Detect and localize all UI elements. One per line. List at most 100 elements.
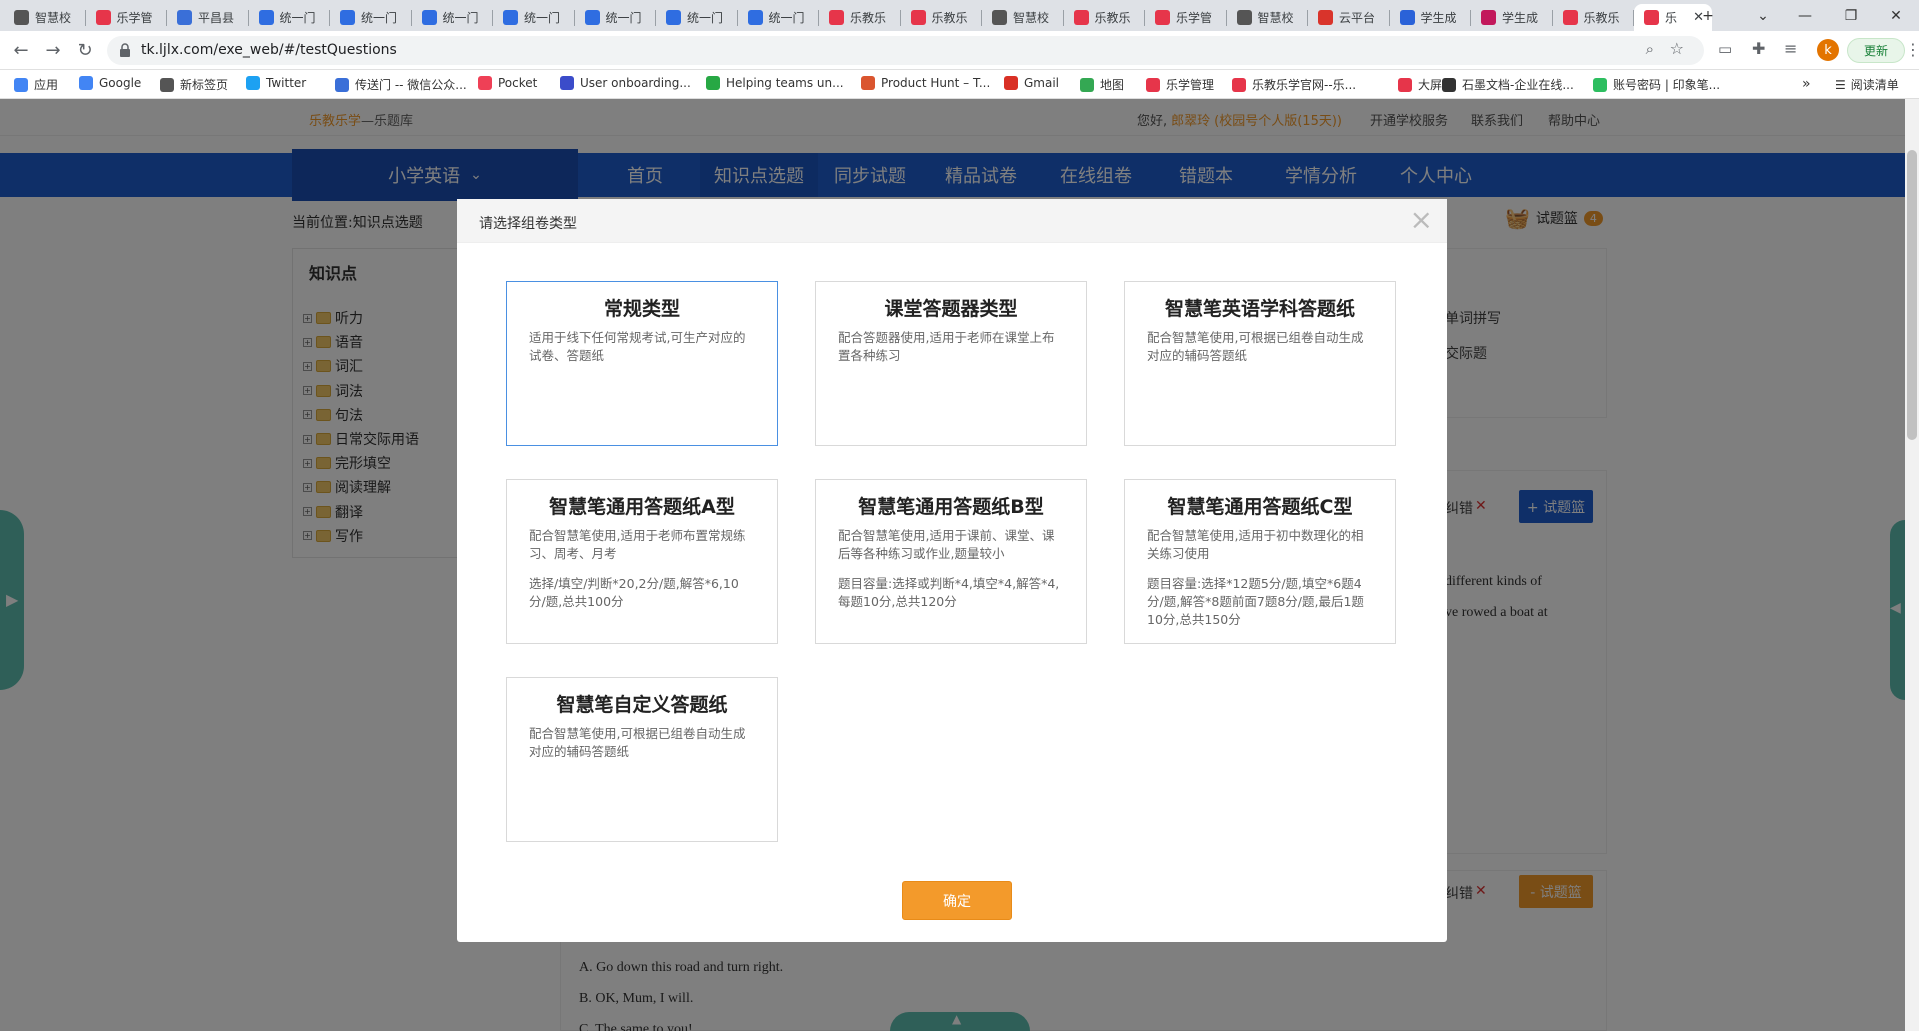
tab-favicon-icon — [177, 10, 192, 25]
reload-icon[interactable]: ↻ — [68, 31, 102, 70]
apps-icon — [14, 77, 28, 92]
paper-type-card[interactable]: 智慧笔通用答题纸C型 配合智慧笔使用,适用于初中数理化的相关练习使用 题目容量:选择… — [1124, 479, 1396, 644]
zoom-icon[interactable]: ⌕ — [1646, 40, 1654, 58]
bookmark-label: Gmail — [1024, 76, 1060, 90]
bookmark-item[interactable]: 石墨文档-企业在线... — [1442, 76, 1574, 93]
bookmark-item[interactable]: Product Hunt – T... — [861, 76, 990, 90]
card-description: 配合智慧笔使用,可根据已组卷自动生成对应的辅码答题纸 — [1147, 330, 1364, 363]
bookmark-label: Pocket — [498, 76, 538, 90]
browser-tab[interactable]: 智慧校 — [4, 4, 86, 31]
tab-favicon-icon — [584, 10, 600, 25]
browser-tab[interactable]: 学生成 — [1390, 4, 1471, 31]
bookmark-item[interactable]: Pocket — [478, 76, 537, 90]
browser-tab[interactable]: 统一门 — [493, 4, 575, 31]
reading-list-button[interactable]: ☰ 阅读清单 — [1835, 76, 1899, 93]
bookmark-label: 传送门 -- 微信公众... — [355, 78, 467, 92]
browser-tab[interactable]: 智慧校 — [982, 4, 1064, 31]
tab-favicon-icon — [829, 10, 844, 25]
paper-type-card[interactable]: 智慧笔通用答题纸A型 配合智慧笔使用,适用于老师布置常规练习、周考、月考 选择/填空… — [506, 479, 778, 644]
card-description: 配合智慧笔使用,适用于老师布置常规练习、周考、月考 — [529, 528, 746, 561]
browser-tab[interactable]: 乐教乐 — [1553, 4, 1634, 31]
window-close-icon[interactable]: ✕ — [1873, 0, 1919, 31]
bookmark-item[interactable]: 账号密码 | 印象笔... — [1593, 76, 1720, 93]
tab-title: 统一门 — [687, 11, 724, 25]
confirm-button[interactable]: 确定 — [902, 881, 1012, 920]
scrollbar-thumb[interactable] — [1907, 150, 1917, 440]
paper-type-card[interactable]: 课堂答题器类型 配合答题器使用,适用于老师在课堂上布置各种练习 — [815, 281, 1087, 446]
bookmark-item[interactable]: 乐学管理 — [1146, 76, 1214, 93]
card-title: 智慧笔通用答题纸B型 — [858, 496, 1044, 518]
bookmark-item[interactable]: User onboarding... — [560, 76, 691, 90]
tab-favicon-icon — [258, 10, 274, 25]
card-capacity: 题目容量:选择或判断*4,填空*4,解答*4,每题10分,总共120分 — [838, 576, 1060, 609]
browser-tab[interactable]: 学生成 — [1471, 4, 1553, 31]
profile-avatar[interactable]: k — [1817, 39, 1839, 61]
bookmark-item[interactable]: 新标签页 — [160, 76, 228, 93]
address-bar[interactable]: tk.ljlx.com/exe_web/#/testQuestions ⌕ ☆ — [107, 36, 1704, 65]
bookmark-label: 乐教乐学官网--乐... — [1252, 78, 1357, 92]
newtab-icon — [160, 77, 174, 92]
tab-favicon-icon — [1481, 10, 1496, 25]
browser-tab[interactable]: 乐教乐 — [901, 4, 982, 31]
browser-tab[interactable]: 乐教乐 — [819, 4, 901, 31]
tab-title: 平昌县 — [198, 11, 235, 25]
browser-tab[interactable]: 云平台 — [1308, 4, 1390, 31]
tab-title: 学生成 — [1502, 11, 1539, 25]
browser-tab[interactable]: 统一门 — [330, 4, 412, 31]
browser-tab[interactable]: 智慧校 — [1227, 4, 1308, 31]
bookmark-star-icon[interactable]: ☆ — [1670, 39, 1684, 58]
bookmark-label: 新标签页 — [180, 78, 229, 92]
browser-tab[interactable]: 乐教乐 — [1064, 4, 1145, 31]
back-icon[interactable]: ← — [4, 31, 38, 70]
paper-type-card[interactable]: 智慧笔通用答题纸B型 配合智慧笔使用,适用于课前、课堂、课后等各种练习或作业,题量… — [815, 479, 1087, 644]
forward-icon[interactable]: → — [36, 31, 70, 70]
bookmark-item[interactable]: Gmail — [1004, 76, 1059, 90]
card-title: 智慧笔英语学科答题纸 — [1164, 298, 1355, 320]
tab-title: 统一门 — [279, 11, 316, 25]
bookmark-label: Product Hunt – T... — [881, 76, 991, 90]
tab-title: 乐 — [1665, 11, 1678, 25]
bookmark-item[interactable]: 地图 — [1080, 76, 1124, 93]
tab-title: 乐教乐 — [1583, 11, 1620, 25]
media-icon[interactable]: ≡ — [1784, 39, 1797, 58]
tab-favicon-icon — [1562, 10, 1578, 25]
browser-tab[interactable]: 统一门 — [575, 4, 656, 31]
bookmark-item[interactable]: 乐教乐学官网--乐... — [1232, 76, 1356, 93]
extensions-icon[interactable]: ✚ — [1752, 39, 1765, 58]
url-text: tk.ljlx.com/exe_web/#/testQuestions — [141, 42, 397, 58]
modal-close-icon[interactable]: × — [1410, 205, 1433, 235]
browser-tab[interactable]: 乐学管 — [86, 4, 167, 31]
browser-tab[interactable]: 乐学管 — [1145, 4, 1227, 31]
card-description: 配合智慧笔使用,可根据已组卷自动生成对应的辅码答题纸 — [529, 726, 746, 759]
map-icon — [1080, 77, 1094, 92]
restore-icon[interactable]: ❐ — [1828, 0, 1874, 31]
new-tab-button[interactable]: + — [1685, 0, 1731, 31]
browser-tab[interactable]: 统一门 — [249, 4, 330, 31]
evernote-icon — [1593, 77, 1607, 92]
tab-title: 乐教乐 — [1094, 11, 1131, 25]
tab-favicon-icon — [910, 10, 926, 25]
minimize-icon[interactable]: — — [1782, 0, 1828, 31]
shimo-icon — [1442, 77, 1456, 92]
paper-type-card[interactable]: 常规类型 适用于线下任何常规考试,可生产对应的试卷、答题纸 — [506, 281, 778, 446]
tab-group-icon[interactable]: ▭ — [1718, 40, 1732, 58]
tab-title: 学生成 — [1420, 11, 1457, 25]
bookmark-item[interactable]: 应用 — [14, 76, 58, 93]
browser-tab[interactable]: 统一门 — [738, 4, 819, 31]
tab-title: 智慧校 — [1257, 11, 1294, 25]
more-bookmarks-button[interactable]: » — [1802, 76, 1811, 92]
browser-tab[interactable]: 统一门 — [412, 4, 493, 31]
browser-tab[interactable]: 统一门 — [656, 4, 738, 31]
menu-icon[interactable]: ⋮ — [1905, 40, 1919, 59]
tab-search-icon[interactable]: ⌄ — [1740, 0, 1786, 31]
paper-type-card[interactable]: 智慧笔英语学科答题纸配合智慧笔使用,可根据已组卷自动生成对应的辅码答题纸 — [1124, 281, 1396, 446]
update-button[interactable]: 更新 — [1847, 38, 1905, 63]
bookmark-item[interactable]: Helping teams un... — [706, 76, 844, 90]
bookmark-item[interactable]: Twitter — [246, 76, 306, 90]
bookmark-item[interactable]: 大屏 — [1398, 76, 1442, 93]
bookmark-item[interactable]: 传送门 -- 微信公众... — [335, 76, 467, 93]
card-description: 适用于线下任何常规考试,可生产对应的试卷、答题纸 — [529, 330, 746, 363]
bookmark-item[interactable]: Google — [79, 76, 141, 90]
browser-tab[interactable]: 平昌县 — [167, 4, 249, 31]
paper-type-card[interactable]: 智慧笔自定义答题纸 配合智慧笔使用,可根据已组卷自动生成对应的辅码答题纸 — [506, 677, 778, 842]
